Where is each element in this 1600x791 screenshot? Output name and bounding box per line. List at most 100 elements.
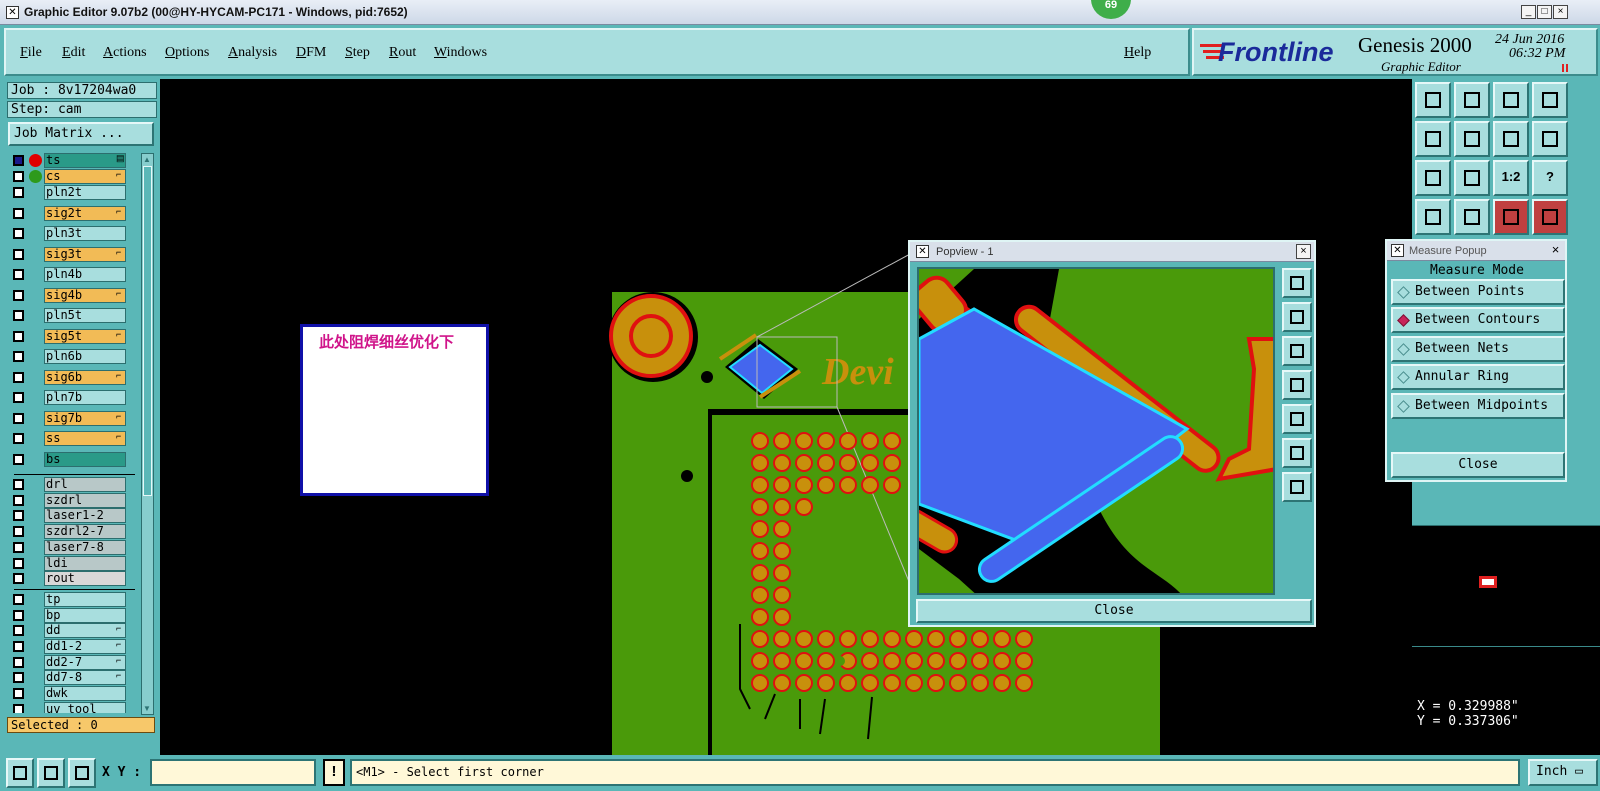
measure-titlebar[interactable]: ✕ Measure Popup × <box>1387 241 1565 261</box>
layer-row-sig7b[interactable]: sig7b ⌐ <box>8 410 140 426</box>
layer-name[interactable]: szdrl2-7 <box>44 524 126 540</box>
layer-list-scrollbar[interactable]: ▲ ▼ <box>141 153 154 715</box>
scroll-thumb[interactable] <box>143 166 152 496</box>
layer-checkbox[interactable] <box>13 494 24 506</box>
layer-name[interactable]: uv_tool <box>44 701 126 713</box>
scroll-down-icon[interactable]: ▼ <box>143 704 151 713</box>
minimize-button[interactable]: _ <box>1521 5 1536 19</box>
layer-row-pln2t[interactable]: pln2t <box>8 185 140 200</box>
layer-checkbox[interactable] <box>13 557 24 569</box>
layer-row-sig4b[interactable]: sig4b ⌐ <box>8 287 140 303</box>
pan-down-button[interactable] <box>1454 82 1490 118</box>
layer-row-dwk[interactable]: dwk <box>8 686 140 702</box>
layer-checkbox[interactable] <box>13 330 24 342</box>
measure-close-button[interactable]: Close <box>1391 452 1565 478</box>
popview-pan-left-button[interactable] <box>1282 370 1312 400</box>
layer-row-dd[interactable]: dd ⌐ <box>8 623 140 639</box>
close-button[interactable]: × <box>1553 5 1568 19</box>
menu-rout[interactable]: Rout <box>389 45 416 61</box>
layer-name[interactable]: sig7b <box>44 410 126 426</box>
layer-name[interactable]: ts <box>44 153 126 168</box>
layer-checkbox[interactable] <box>13 641 24 652</box>
menu-windows[interactable]: Windows <box>434 45 487 61</box>
measure-option-between-nets[interactable]: Between Nets <box>1391 336 1565 362</box>
popview-close-x-button[interactable]: × <box>1296 244 1311 259</box>
layer-checkbox[interactable] <box>13 672 24 684</box>
layer-checkbox[interactable] <box>13 526 24 538</box>
layer-checkbox[interactable] <box>13 593 24 605</box>
layer-row-pln4b[interactable]: pln4b <box>8 267 140 282</box>
layer-name[interactable]: pln4b <box>44 267 126 282</box>
menu-edit[interactable]: Edit <box>62 45 85 61</box>
layer-name[interactable]: sig4b <box>44 287 126 303</box>
notification-badge[interactable]: 69 <box>1091 0 1131 19</box>
job-matrix-button[interactable]: Job Matrix ... <box>8 122 154 146</box>
menu-file[interactable]: File <box>20 45 42 61</box>
layer-checkbox[interactable] <box>13 703 24 713</box>
layer-row-ss[interactable]: ss ⌐ <box>8 431 140 446</box>
layer-row-ldi[interactable]: ldi <box>8 555 140 571</box>
layer-row-tp[interactable]: tp <box>8 591 140 607</box>
popview-titlebar[interactable]: ✕ Popview - 1 × <box>910 242 1314 262</box>
zoom-in-button[interactable] <box>1415 160 1451 196</box>
layer-row-rout[interactable]: rout <box>8 571 140 587</box>
menu-options[interactable]: Options <box>165 45 209 61</box>
layer-row-pln3t[interactable]: pln3t <box>8 226 140 241</box>
snap-button[interactable] <box>1532 121 1568 157</box>
grid-snap-button[interactable] <box>68 758 96 788</box>
layer-name[interactable]: pln7b <box>44 390 126 405</box>
zoom-fit-button[interactable] <box>6 758 34 788</box>
layer-name[interactable]: dd2-7 <box>44 654 126 670</box>
layer-checkbox[interactable] <box>13 625 24 637</box>
layer-name[interactable]: bp <box>44 607 126 623</box>
popview-zoom-in-button[interactable] <box>1282 438 1312 468</box>
xy-input[interactable] <box>150 759 316 786</box>
layer-checkbox[interactable] <box>13 656 24 668</box>
net-connect-button[interactable] <box>1532 199 1568 235</box>
layer-name[interactable]: dd <box>44 623 126 639</box>
layer-name[interactable]: bs <box>44 451 126 467</box>
measure-tool-button[interactable] <box>1415 199 1451 235</box>
layer-checkbox[interactable] <box>13 688 24 700</box>
popview-pan-down-button[interactable] <box>1282 336 1312 366</box>
layer-name[interactable]: dwk <box>44 686 126 702</box>
layer-name[interactable]: laser7-8 <box>44 539 126 555</box>
layer-row-szdrl[interactable]: szdrl <box>8 492 140 508</box>
layer-name[interactable]: pln6b <box>44 349 126 364</box>
layer-row-sig2t[interactable]: sig2t ⌐ <box>8 205 140 221</box>
popview-pan-up-button[interactable] <box>1282 302 1312 332</box>
layer-row-pln7b[interactable]: pln7b <box>8 390 140 405</box>
layer-name[interactable]: dd7-8 <box>44 670 126 686</box>
layer-checkbox[interactable] <box>13 392 24 403</box>
layer-name[interactable]: sig2t <box>44 205 126 221</box>
layer-row-pln5t[interactable]: pln5t <box>8 308 140 323</box>
popview-zoom-fit-button[interactable] <box>1282 268 1312 298</box>
layer-checkbox[interactable] <box>13 351 24 362</box>
layer-checkbox[interactable] <box>13 207 24 219</box>
layer-checkbox[interactable] <box>13 171 24 182</box>
layer-row-ts[interactable]: ts ▤ <box>8 153 140 168</box>
layer-name[interactable]: rout <box>44 571 126 587</box>
warning-button[interactable]: ! <box>323 759 345 786</box>
measure-close-x-button[interactable]: × <box>1548 243 1563 258</box>
layer-row-sig5t[interactable]: sig5t ⌐ <box>8 328 140 344</box>
layer-checkbox[interactable] <box>13 228 24 239</box>
pause-icon[interactable] <box>1562 64 1570 72</box>
layer-checkbox[interactable] <box>13 453 24 465</box>
popview-canvas[interactable] <box>917 267 1275 595</box>
layer-name[interactable]: tp <box>44 591 126 607</box>
menu-dfm[interactable]: DFM <box>296 45 326 61</box>
zoom-area-button[interactable] <box>1532 82 1568 118</box>
pan-right-button[interactable] <box>1454 121 1490 157</box>
layer-checkbox[interactable] <box>13 479 24 490</box>
layer-checkbox[interactable] <box>13 155 24 166</box>
layer-row-bs[interactable]: bs <box>8 451 140 467</box>
pan-left-button[interactable] <box>1415 121 1451 157</box>
layer-row-drl[interactable]: drl <box>8 477 140 492</box>
zoom-out-button[interactable] <box>1454 160 1490 196</box>
layer-checkbox[interactable] <box>13 541 24 553</box>
layer-checkbox[interactable] <box>13 187 24 198</box>
layer-checkbox[interactable] <box>13 248 24 260</box>
layer-row-dd2-7[interactable]: dd2-7 ⌐ <box>8 654 140 670</box>
net-highlight-button[interactable] <box>1493 199 1529 235</box>
